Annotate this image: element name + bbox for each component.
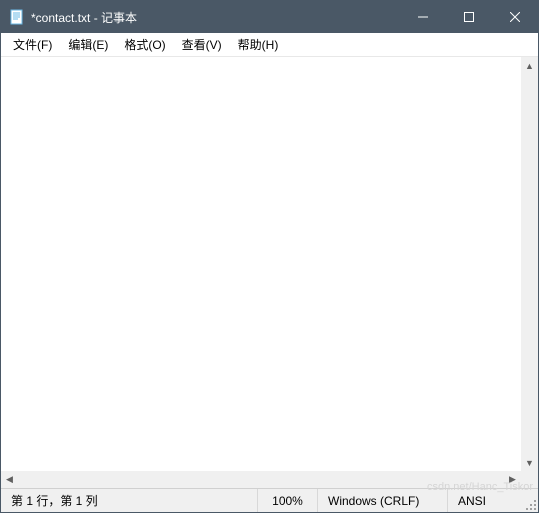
scroll-right-icon[interactable]: ▶ <box>504 471 521 488</box>
statusbar: 第 1 行，第 1 列 100% Windows (CRLF) ANSI <box>1 488 538 512</box>
scroll-corner <box>521 471 538 488</box>
hscroll-track[interactable] <box>18 471 504 488</box>
scroll-left-icon[interactable]: ◀ <box>1 471 18 488</box>
menu-format[interactable]: 格式(O) <box>116 33 173 56</box>
scroll-down-icon[interactable]: ▼ <box>521 454 538 471</box>
menu-file[interactable]: 文件(F) <box>5 33 60 56</box>
status-line-ending: Windows (CRLF) <box>318 489 448 512</box>
status-zoom: 100% <box>258 489 318 512</box>
menu-view[interactable]: 查看(V) <box>174 33 230 56</box>
text-editor[interactable] <box>1 57 521 471</box>
vertical-scrollbar[interactable]: ▲ ▼ <box>521 57 538 471</box>
content-area: ▲ ▼ <box>1 57 538 471</box>
menubar: 文件(F) 编辑(E) 格式(O) 查看(V) 帮助(H) <box>1 33 538 57</box>
titlebar[interactable]: *contact.txt - 记事本 <box>1 1 538 33</box>
minimize-button[interactable] <box>400 1 446 33</box>
status-cursor-position: 第 1 行，第 1 列 <box>1 489 258 512</box>
menu-edit[interactable]: 编辑(E) <box>60 33 116 56</box>
close-button[interactable] <box>492 1 538 33</box>
notepad-window: *contact.txt - 记事本 文件(F) 编辑(E) 格式(O) 查看(… <box>0 0 539 513</box>
scroll-up-icon[interactable]: ▲ <box>521 57 538 74</box>
window-controls <box>400 1 538 33</box>
resize-grip[interactable] <box>524 498 538 512</box>
menu-help[interactable]: 帮助(H) <box>230 33 287 56</box>
app-icon <box>9 9 25 25</box>
window-title: *contact.txt - 记事本 <box>31 9 400 26</box>
maximize-button[interactable] <box>446 1 492 33</box>
horizontal-scrollbar[interactable]: ◀ ▶ <box>1 471 538 488</box>
